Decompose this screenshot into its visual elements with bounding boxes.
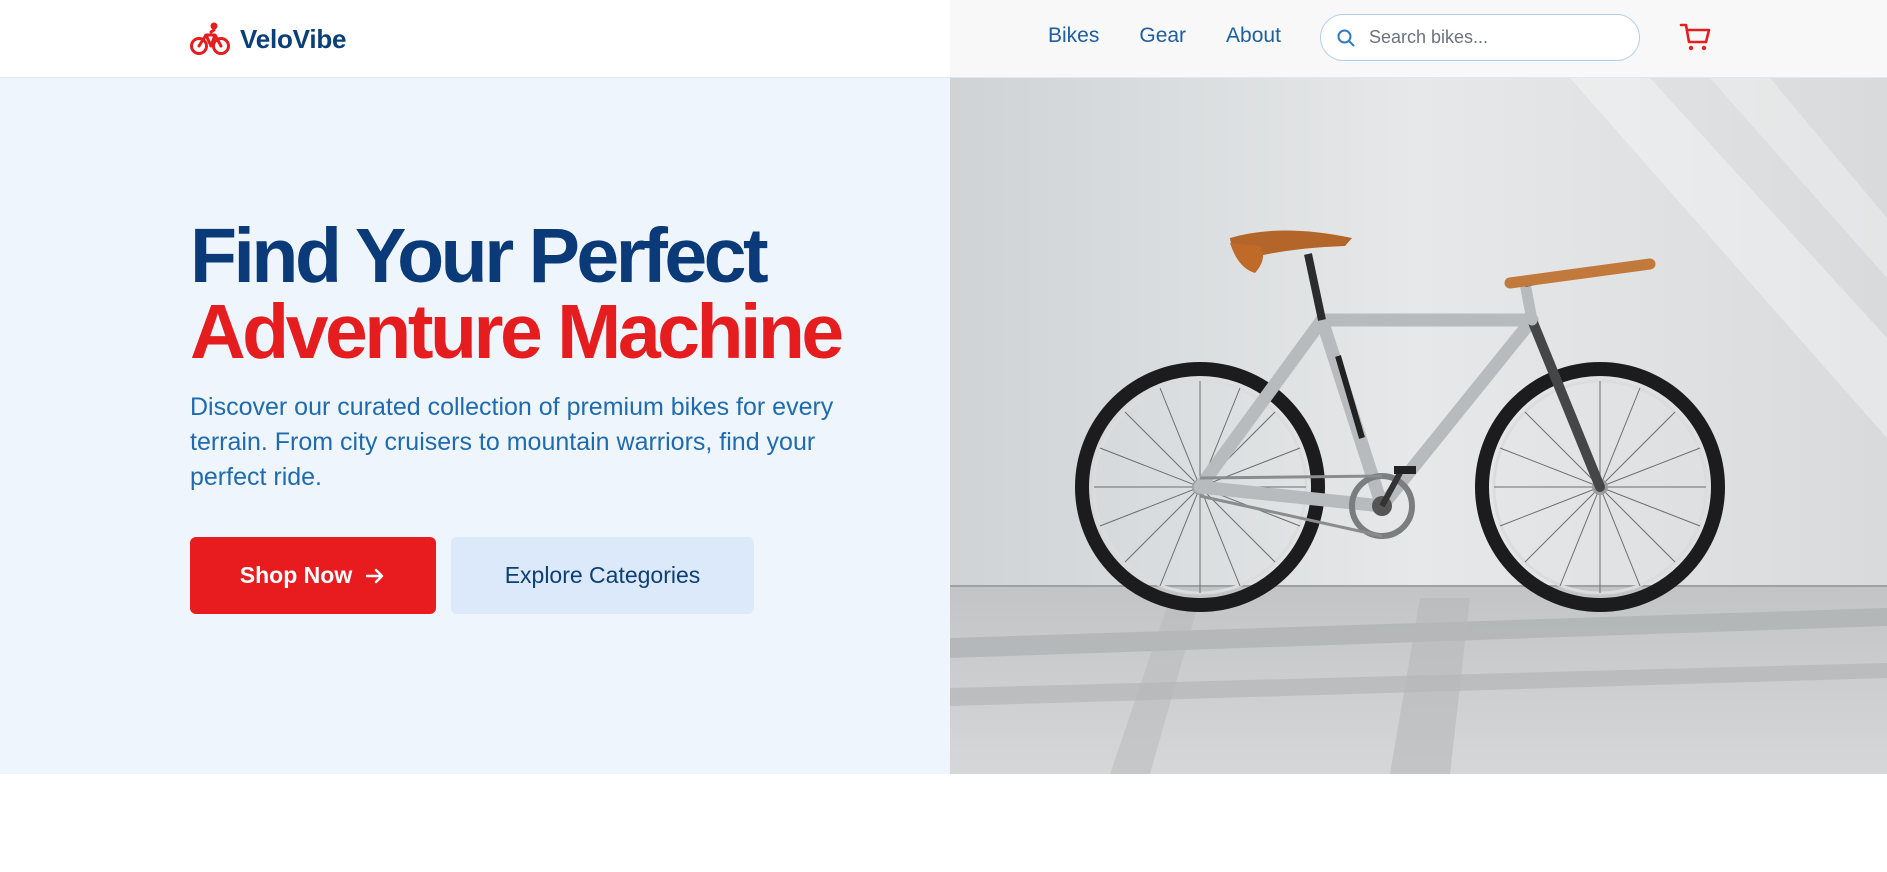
cart-icon: [1679, 23, 1711, 51]
hero-title: Find Your Perfect Adventure Machine: [190, 213, 844, 375]
site-header: VeloVibe Bikes Gear About: [0, 0, 1887, 78]
search-input[interactable]: [1369, 27, 1619, 48]
nav-link-bikes[interactable]: Bikes: [1048, 24, 1099, 48]
cart-button[interactable]: [1678, 20, 1714, 56]
hero-description: Discover our curated collection of premi…: [190, 393, 834, 491]
hero-title-line1: Find Your Perfect: [190, 213, 769, 299]
brand-name: VeloVibe: [240, 23, 347, 54]
hero-bicycle-image: [950, 78, 1887, 774]
shop-now-button[interactable]: Shop Now: [190, 537, 436, 614]
bicycle-illustration: [950, 78, 1887, 774]
hero-title-line2: Adventure Machine: [190, 289, 844, 375]
search-icon: [1337, 29, 1355, 46]
nav-link-gear[interactable]: Gear: [1139, 24, 1186, 48]
arrow-right-icon: [366, 568, 384, 583]
bicycle-icon: [190, 22, 230, 55]
explore-categories-button[interactable]: Explore Categories: [451, 537, 754, 614]
shop-now-label: Shop Now: [239, 562, 353, 588]
brand-logo[interactable]: VeloVibe: [190, 19, 347, 59]
explore-categories-label: Explore Categories: [504, 562, 701, 588]
search-box[interactable]: [1320, 14, 1640, 61]
nav-link-about[interactable]: About: [1226, 24, 1281, 48]
main-nav: Bikes Gear About: [1048, 24, 1281, 48]
